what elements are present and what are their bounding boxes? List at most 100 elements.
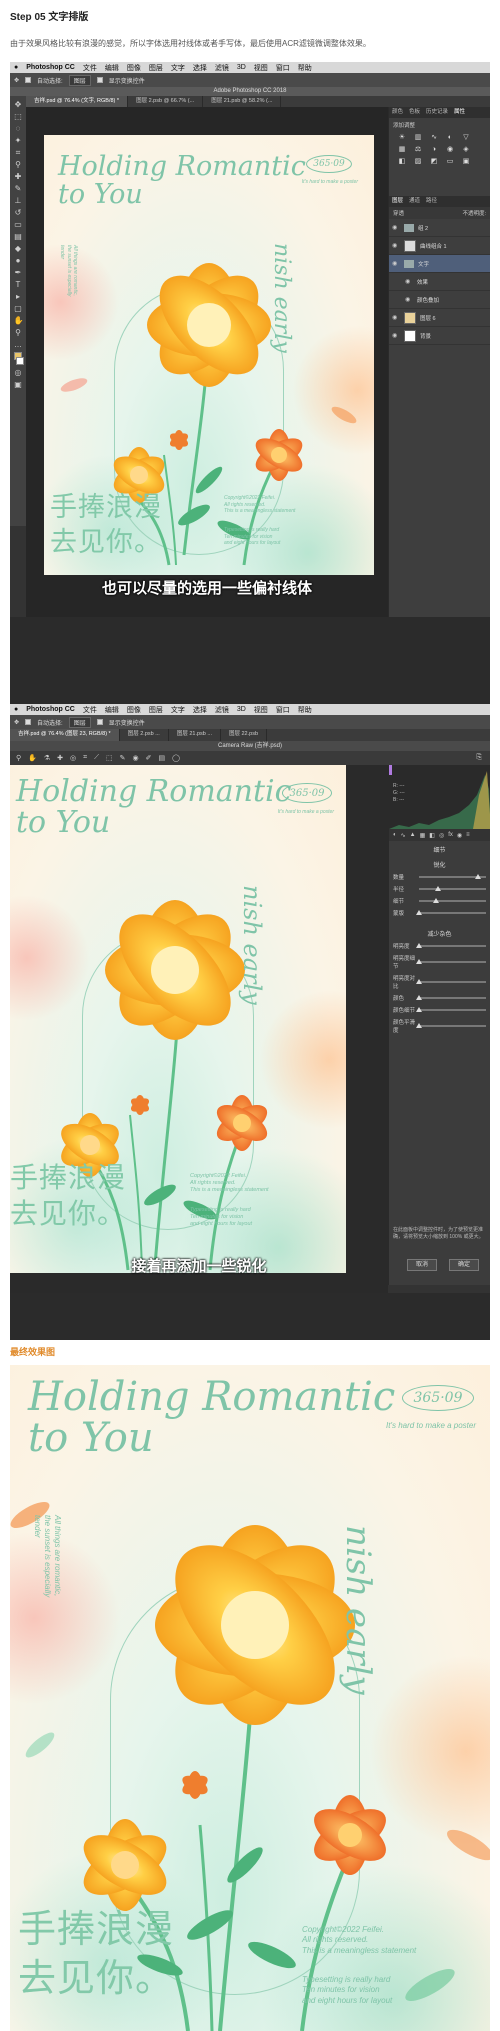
menu-edit[interactable]: 编辑	[105, 63, 119, 73]
tab-document-1[interactable]: 吉祥.psd @ 76.4% (图层 23, RGB/8) *	[10, 729, 120, 741]
slider-knob[interactable]	[416, 1007, 422, 1012]
move-tool-icon[interactable]: ✥	[14, 719, 19, 726]
levels-icon[interactable]: ▥	[413, 134, 423, 142]
dodge-tool-icon[interactable]: ●	[14, 256, 23, 265]
menu-filter[interactable]: 滤镜	[215, 705, 229, 715]
auto-select-dropdown[interactable]: 图层	[68, 716, 91, 728]
lasso-tool-icon[interactable]: ◌	[14, 124, 23, 133]
menu-view[interactable]: 视图	[254, 63, 268, 73]
quick-mask-icon[interactable]: ◎	[14, 368, 23, 377]
layer-row-selected[interactable]: ◉ 文字	[389, 255, 490, 273]
tab-history[interactable]: 历史记录	[426, 107, 448, 118]
auto-select-checkbox[interactable]	[25, 719, 32, 725]
path-select-icon[interactable]: ▸	[14, 292, 23, 301]
menu-window[interactable]: 窗口	[276, 63, 290, 73]
menu-app[interactable]: Photoshop CC	[26, 64, 75, 71]
apple-icon[interactable]: ●	[14, 706, 18, 713]
menu-window[interactable]: 窗口	[276, 705, 290, 715]
slider-knob[interactable]	[416, 995, 422, 1000]
adjust-brush-icon[interactable]: ✐	[146, 754, 152, 762]
menu-image[interactable]: 图像	[127, 63, 141, 73]
visibility-eye-icon[interactable]: ◉	[405, 278, 413, 285]
tab-color[interactable]: 颜色	[392, 107, 403, 118]
layer-row[interactable]: ◉ 背景	[389, 327, 490, 345]
selective-color-icon[interactable]: ▣	[461, 158, 471, 166]
auto-select-checkbox[interactable]	[25, 77, 32, 83]
menu-select[interactable]: 选择	[193, 63, 207, 73]
red-eye-icon[interactable]: ◉	[132, 754, 138, 762]
tab-paths[interactable]: 路径	[426, 196, 437, 207]
slider-knob[interactable]	[416, 1023, 422, 1028]
zoom-tool-icon[interactable]: ⚲	[14, 328, 23, 337]
straighten-icon[interactable]: ⟋	[94, 754, 99, 762]
color-sampler-icon[interactable]: ✚	[57, 754, 63, 762]
graduated-filter-icon[interactable]: ▤	[158, 754, 165, 762]
hsl-tab-icon[interactable]: ▦	[420, 832, 426, 839]
menu-type[interactable]: 文字	[171, 63, 185, 73]
menu-file[interactable]: 文件	[83, 63, 97, 73]
menu-layer[interactable]: 图层	[149, 705, 163, 715]
transform-icon[interactable]: ⬚	[106, 754, 113, 762]
brush-tool-icon[interactable]: ✎	[14, 184, 23, 193]
visibility-eye-icon[interactable]: ◉	[405, 296, 413, 303]
channel-mixer-icon[interactable]: ◈	[461, 146, 471, 154]
target-adjust-icon[interactable]: ◎	[70, 754, 76, 762]
curves-icon[interactable]: ∿	[429, 134, 439, 142]
stamp-tool-icon[interactable]: ⊥	[14, 196, 23, 205]
move-tool-icon[interactable]: ✥	[14, 77, 19, 84]
visibility-eye-icon[interactable]: ◉	[392, 224, 400, 231]
background-color-swatch[interactable]	[16, 357, 24, 365]
menu-help[interactable]: 帮助	[298, 63, 312, 73]
tab-properties[interactable]: 属性	[454, 107, 465, 118]
sharpen-amount-slider[interactable]	[419, 874, 486, 879]
hue-icon[interactable]: ▦	[397, 146, 407, 154]
eyedropper-icon[interactable]: ⚲	[14, 160, 23, 169]
slider-knob[interactable]	[416, 910, 422, 915]
slider-knob[interactable]	[416, 959, 422, 964]
cancel-button[interactable]: 取消	[407, 1259, 438, 1271]
tab-document-3[interactable]: 图层 21.psb ...	[169, 729, 221, 741]
opacity-label[interactable]: 不透明度:	[462, 209, 486, 217]
crop-tool-icon[interactable]: ⌗	[83, 754, 87, 762]
canvas-area[interactable]: Holding Romantic to You 365·09 It's hard…	[26, 107, 388, 617]
layer-row[interactable]: ◉ 曲线组合 1	[389, 237, 490, 255]
bw-icon[interactable]: ◑	[429, 146, 439, 154]
sharpen-masking-slider[interactable]	[416, 910, 486, 915]
blend-mode-select[interactable]: 穿透	[393, 209, 404, 217]
color-balance-icon[interactable]: ⚖	[413, 146, 423, 154]
noise-color-slider[interactable]	[416, 995, 486, 1000]
detail-tab-icon[interactable]: ▲	[410, 832, 416, 838]
eraser-icon[interactable]: ▭	[14, 220, 23, 229]
marquee-tool-icon[interactable]: ⬚	[14, 112, 23, 121]
show-transform-checkbox[interactable]	[96, 719, 103, 725]
slider-knob[interactable]	[416, 979, 422, 984]
healing-brush-icon[interactable]: ✚	[14, 172, 23, 181]
photo-filter-icon[interactable]: ◉	[445, 146, 455, 154]
vibrance-icon[interactable]: ▽	[461, 134, 471, 142]
visibility-eye-icon[interactable]: ◉	[392, 242, 400, 249]
crop-tool-icon[interactable]: ⌗	[14, 148, 23, 157]
gradient-tool-icon[interactable]: ▤	[14, 232, 23, 241]
menu-filter[interactable]: 滤镜	[215, 63, 229, 73]
menu-image[interactable]: 图像	[127, 705, 141, 715]
visibility-eye-icon[interactable]: ◉	[392, 332, 400, 339]
menu-3d[interactable]: 3D	[237, 64, 246, 71]
effects-tab-icon[interactable]: fx	[448, 832, 453, 838]
hand-tool-icon[interactable]: ✋	[28, 754, 37, 762]
apple-icon[interactable]: ●	[14, 64, 18, 71]
menu-app[interactable]: Photoshop CC	[26, 706, 75, 713]
gradient-map-icon[interactable]: ▭	[445, 158, 455, 166]
zoom-tool-icon[interactable]: ⚲	[16, 754, 21, 762]
pen-tool-icon[interactable]: ✒	[14, 268, 23, 277]
tab-document-3[interactable]: 图层 21.psb @ 58.2% (...	[203, 96, 282, 107]
tab-swatches[interactable]: 色板	[409, 107, 420, 118]
export-icon[interactable]: ⎘	[476, 754, 482, 762]
slider-knob[interactable]	[416, 943, 422, 948]
invert-icon[interactable]: ◧	[397, 158, 407, 166]
auto-select-dropdown[interactable]: 图层	[68, 74, 91, 86]
white-balance-icon[interactable]: ⚗	[44, 754, 50, 762]
noise-luminance-contrast-slider[interactable]	[416, 979, 486, 984]
tab-document-1[interactable]: 吉祥.psd @ 76.4% (文字, RGB/8) *	[26, 96, 129, 107]
radial-filter-icon[interactable]: ◯	[172, 754, 180, 762]
tab-layers[interactable]: 图层	[392, 196, 403, 207]
